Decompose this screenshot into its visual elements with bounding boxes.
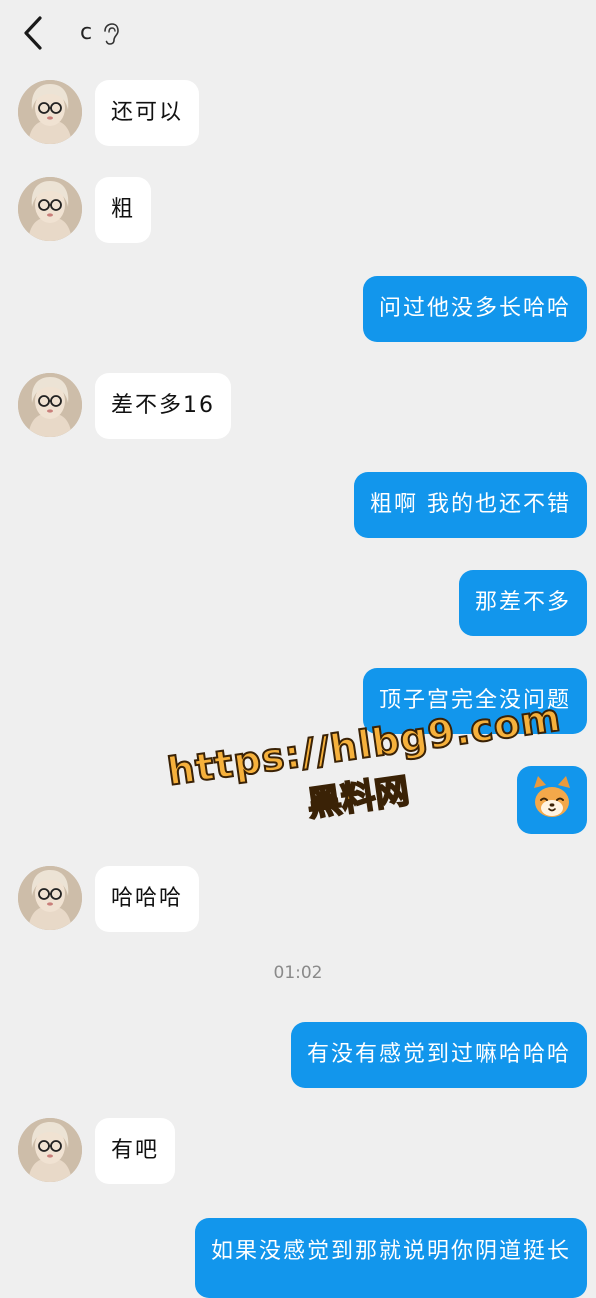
contact-avatar[interactable] <box>18 373 82 437</box>
contact-avatar[interactable] <box>18 1118 82 1182</box>
message-bubble-incoming[interactable]: 差不多16 <box>95 373 231 439</box>
message-bubble-outgoing[interactable]: 有没有感觉到过嘛哈哈哈 <box>290 1022 587 1088</box>
contact-name[interactable]: c <box>80 20 92 45</box>
message-bubble-outgoing[interactable]: 粗啊 我的也还不错 <box>354 472 587 538</box>
sticker-bubble-outgoing[interactable] <box>517 766 587 834</box>
chat-header: c <box>0 0 596 64</box>
shiba-dog-emoji-icon <box>534 776 570 817</box>
message-bubble-incoming[interactable]: 有吧 <box>95 1118 176 1184</box>
message-bubble-outgoing[interactable]: 那差不多 <box>458 570 587 636</box>
back-chevron-icon[interactable] <box>18 14 52 52</box>
message-bubble-incoming[interactable]: 还可以 <box>95 80 200 146</box>
message-bubble-outgoing[interactable]: 顶子宫完全没问题 <box>362 668 587 734</box>
message-bubble-incoming[interactable]: 粗 <box>95 177 152 243</box>
message-timestamp: 01:02 <box>273 963 323 983</box>
contact-avatar[interactable] <box>18 177 82 241</box>
message-bubble-incoming[interactable]: 哈哈哈 <box>95 866 200 932</box>
watermark-site-name: 黑料网 <box>304 770 413 826</box>
contact-avatar[interactable] <box>18 866 82 930</box>
contact-avatar[interactable] <box>18 80 82 144</box>
message-bubble-outgoing[interactable]: 问过他没多长哈哈 <box>362 276 587 342</box>
ear-icon <box>104 23 119 45</box>
message-bubble-outgoing[interactable]: 如果没感觉到那就说明你阴道挺长 <box>194 1218 587 1298</box>
